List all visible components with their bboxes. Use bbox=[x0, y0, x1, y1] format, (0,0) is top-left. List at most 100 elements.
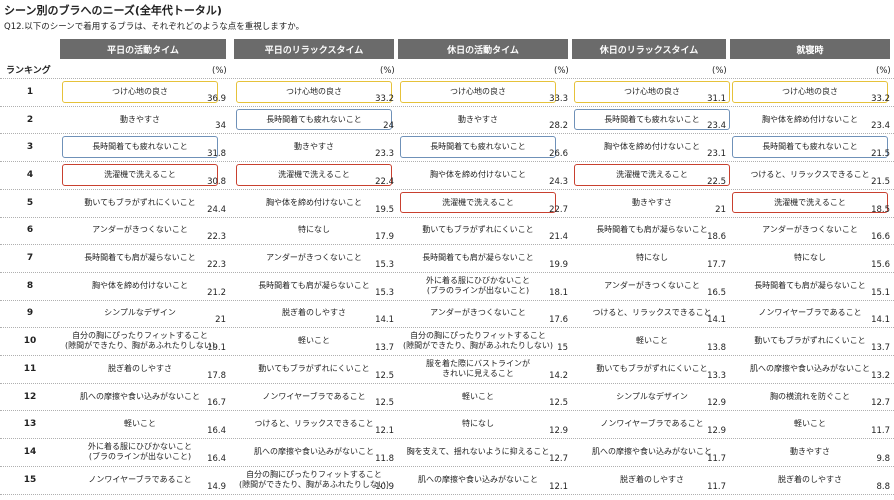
ranking-item: 脱ぎ着のしやすさ bbox=[108, 363, 172, 373]
ranking-item: 動きやすさ bbox=[458, 114, 498, 124]
ranking-item: 服を着た際にバストラインが きれいに見えること bbox=[426, 358, 530, 378]
percent-value: 31.8 bbox=[207, 149, 226, 160]
ranking-item: 胸や体を締め付けないこと bbox=[92, 280, 188, 290]
ranking-item: 自分の胸にぴったりフィットすること (隙間ができたり、胸があふれたりしない) bbox=[65, 331, 215, 351]
row-separator bbox=[0, 299, 894, 301]
percent-value: 12.5 bbox=[549, 398, 568, 409]
percent-value: 22.3 bbox=[207, 259, 226, 270]
percent-value: 13.7 bbox=[375, 343, 394, 353]
rank-number: 12 bbox=[23, 391, 37, 402]
row-separator bbox=[0, 271, 894, 273]
ranking-item: 軽いこと bbox=[124, 419, 156, 429]
percent-value: 15.6 bbox=[871, 259, 890, 270]
unit-label: (%) bbox=[876, 66, 891, 76]
row-separator bbox=[0, 465, 894, 467]
percent-value: 14.1 bbox=[707, 315, 726, 326]
percent-value: 12.9 bbox=[707, 426, 726, 437]
percent-value: 21.5 bbox=[871, 176, 890, 187]
column-header: 就寝時 bbox=[730, 39, 890, 59]
ranking-item: 肌への摩擦や食い込みがないこと bbox=[418, 474, 538, 484]
unit-label: (%) bbox=[380, 66, 395, 76]
ranking-item: 胸や体を締め付けないこと bbox=[430, 169, 526, 179]
percent-value: 23.3 bbox=[375, 149, 394, 160]
percent-value: 24 bbox=[383, 121, 394, 132]
ranking-item: 長時間着ても疲れないこと bbox=[400, 136, 556, 159]
ranking-item: 軽いこと bbox=[462, 391, 494, 401]
percent-value: 33.2 bbox=[871, 93, 890, 104]
percent-value: 22.3 bbox=[207, 232, 226, 243]
unit-label: (%) bbox=[212, 66, 227, 76]
ranking-item: 動きやすさ bbox=[120, 114, 160, 124]
percent-value: 11.7 bbox=[707, 453, 726, 464]
percent-value: 18.6 bbox=[707, 232, 726, 243]
row-separator bbox=[0, 188, 894, 190]
percent-value: 9.8 bbox=[876, 453, 890, 464]
column-header: 平日のリラックスタイム bbox=[234, 39, 394, 59]
percent-value: 10.9 bbox=[375, 481, 394, 492]
percent-value: 16.4 bbox=[207, 426, 226, 437]
percent-value: 21 bbox=[215, 315, 226, 326]
question-text: Q12.以下のシーンで着用するブラは、それぞれどのような点を重視しますか。 bbox=[4, 22, 305, 32]
percent-value: 33.3 bbox=[549, 93, 568, 104]
percent-value: 28.2 bbox=[549, 121, 568, 132]
percent-value: 23.4 bbox=[871, 121, 890, 132]
percent-value: 21.5 bbox=[871, 149, 890, 160]
ranking-item: ノンワイヤーブラであること bbox=[88, 474, 192, 484]
rank-number: 14 bbox=[23, 446, 37, 457]
percent-value: 24.3 bbox=[549, 176, 568, 187]
rank-number: 5 bbox=[26, 197, 34, 208]
percent-value: 19.1 bbox=[207, 343, 226, 353]
column-header: 休日のリラックスタイム bbox=[572, 39, 726, 59]
percent-value: 21.2 bbox=[207, 287, 226, 298]
ranking-item: シンプルなデザイン bbox=[104, 308, 176, 318]
percent-value: 12.5 bbox=[375, 398, 394, 409]
percent-value: 18.1 bbox=[549, 287, 568, 298]
rank-number: 11 bbox=[23, 363, 37, 374]
ranking-item: 胸を支えて、揺れないように抑えること bbox=[406, 446, 550, 456]
row-separator bbox=[0, 438, 894, 440]
row-separator bbox=[0, 105, 894, 107]
percent-value: 12.5 bbox=[375, 370, 394, 381]
page-title: シーン別のブラへのニーズ(全年代トータル) bbox=[4, 4, 222, 17]
percent-value: 11.7 bbox=[707, 481, 726, 492]
row-separator bbox=[0, 133, 894, 135]
rank-number: 6 bbox=[26, 225, 34, 236]
percent-value: 21 bbox=[715, 204, 726, 215]
row-separator bbox=[0, 161, 894, 163]
ranking-label: ランキング bbox=[6, 66, 51, 76]
percent-value: 16.4 bbox=[207, 453, 226, 464]
column-header: 平日の活動タイム bbox=[60, 39, 226, 59]
percent-value: 21.4 bbox=[549, 232, 568, 243]
percent-value: 15 bbox=[557, 343, 568, 353]
ranking-item: アンダーがきつくないこと bbox=[430, 308, 526, 318]
percent-value: 19.9 bbox=[549, 259, 568, 270]
rank-number: 4 bbox=[26, 169, 34, 180]
ranking-item: 動いてもブラがずれにくいこと bbox=[422, 225, 534, 235]
percent-value: 14.9 bbox=[207, 481, 226, 492]
percent-value: 12.9 bbox=[549, 426, 568, 437]
percent-value: 34 bbox=[215, 121, 226, 132]
unit-label: (%) bbox=[554, 66, 569, 76]
rank-number: 8 bbox=[26, 280, 34, 291]
percent-value: 13.2 bbox=[871, 370, 890, 381]
ranking-item: 長時間着ても肩が凝らないこと bbox=[84, 253, 196, 263]
ranking-item: 洗濯機で洗えること bbox=[400, 191, 556, 214]
ranking-item: つけ心地の良さ bbox=[400, 81, 556, 103]
percent-value: 15.1 bbox=[871, 287, 890, 298]
percent-value: 15.3 bbox=[375, 259, 394, 270]
row-separator bbox=[0, 216, 894, 218]
percent-value: 16.6 bbox=[871, 232, 890, 243]
ranking-item: 外に着る服にひびかないこと (ブラのラインが出ないこと) bbox=[88, 441, 192, 461]
ranking-item: 洗濯機で洗えること bbox=[62, 164, 218, 186]
ranking-item: 特になし bbox=[462, 419, 494, 429]
percent-value: 33.2 bbox=[375, 93, 394, 104]
rank-number: 10 bbox=[23, 336, 37, 347]
percent-value: 16.5 bbox=[707, 287, 726, 298]
ranking-item: アンダーがきつくないこと bbox=[92, 225, 188, 235]
percent-value: 23.1 bbox=[707, 149, 726, 160]
rank-number: 2 bbox=[26, 114, 34, 125]
ranking-item: 長時間着ても疲れないこと bbox=[62, 136, 218, 159]
row-separator bbox=[0, 493, 894, 495]
percent-value: 14.2 bbox=[549, 370, 568, 381]
percent-value: 17.8 bbox=[207, 370, 226, 381]
